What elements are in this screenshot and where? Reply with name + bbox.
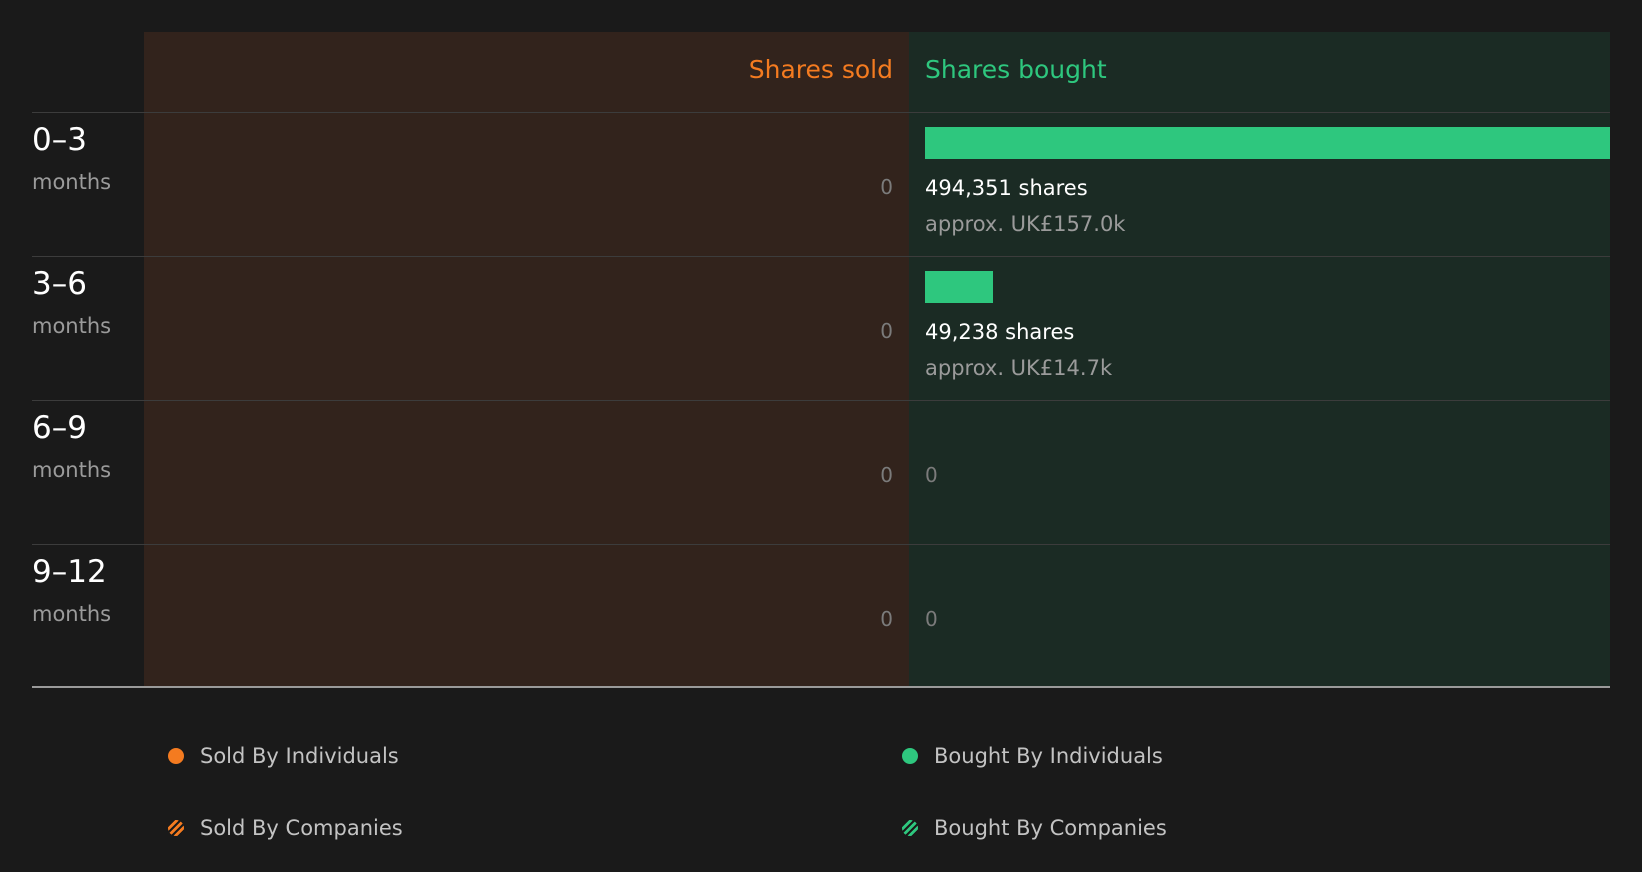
bought-value-label: approx. UK£14.7k [925,356,1113,380]
period-label: 9–12 [32,554,107,590]
bought-shares-label: 494,351 shares [925,176,1088,200]
bought-bar [925,271,994,303]
sold-value-label: 0 [880,319,893,343]
period-unit-label: months [32,314,112,338]
sold-value-label: 0 [880,607,893,631]
chart-axis-line [32,686,1610,688]
period-unit-label: months [32,458,112,482]
period-label: 3–6 [32,266,87,302]
shares-bought-header: Shares bought [925,55,1107,84]
sold-value-label: 0 [880,463,893,487]
dot-swatch-icon [902,748,918,764]
chart-row: 6–9 months 0 0 [0,400,1642,544]
hatched-swatch-icon [902,820,918,836]
period-unit-label: months [32,170,112,194]
hatched-swatch-icon [168,820,184,836]
period-unit-label: months [32,602,112,626]
period-label: 6–9 [32,410,87,446]
shares-sold-header: Shares sold [748,55,893,84]
chart-row: 3–6 months 0 49,238 shares approx. UK£14.7k [0,256,1642,400]
chart-row: 9–12 months 0 0 [0,544,1642,688]
bought-value-label: 0 [925,463,938,487]
insider-trading-chart: Shares sold Shares bought 0–3 months 0 494,… [0,0,1642,700]
sold-value-label: 0 [880,175,893,199]
legend-label: Bought By Individuals [934,744,1163,768]
legend-label: Bought By Companies [934,816,1167,840]
bought-value-label: approx. UK£157.0k [925,212,1126,236]
chart-row: 0–3 months 0 494,351 shares approx. UK£157.0… [0,112,1642,256]
period-label: 0–3 [32,122,87,158]
bought-value-label: 0 [925,607,938,631]
bought-shares-label: 49,238 shares [925,320,1075,344]
legend-label: Sold By Companies [200,816,403,840]
dot-swatch-icon [168,748,184,764]
legend-label: Sold By Individuals [200,744,399,768]
bought-bar [925,127,1610,159]
